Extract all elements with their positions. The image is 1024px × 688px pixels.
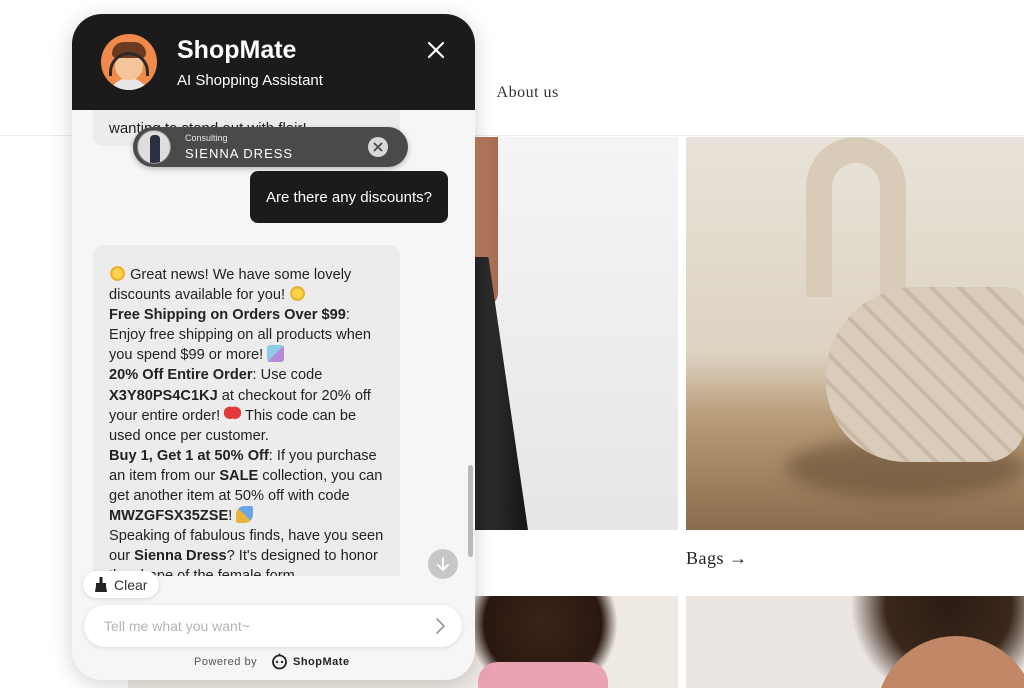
chat-title: ShopMate: [177, 36, 297, 64]
bot-message-text: Great news! We have some lovely discount…: [109, 265, 384, 576]
powered-by-label: Powered by: [194, 656, 258, 668]
chevron-right-icon: [436, 618, 445, 634]
woven-bag: [826, 287, 1024, 462]
broom-icon: [95, 577, 107, 592]
send-button[interactable]: [430, 616, 450, 636]
heart-emoji-icon: [224, 405, 242, 423]
shopping-bags-emoji-icon: [267, 345, 285, 363]
shopmate-logo-icon: [272, 653, 287, 670]
scrollbar-thumb[interactable]: [468, 465, 473, 557]
bag-strap: [806, 137, 906, 297]
chat-subtitle: AI Shopping Assistant: [177, 72, 323, 89]
close-icon: [373, 142, 383, 152]
powered-by-brand[interactable]: ShopMate: [293, 656, 350, 668]
arrow-down-icon: [437, 557, 449, 571]
user-message: Are there any discounts?: [250, 171, 448, 223]
bags-category-image[interactable]: [686, 137, 1024, 530]
message-list[interactable]: wanting to stand out with flair! Consult…: [72, 110, 475, 576]
sparkle-emoji-icon: [289, 285, 307, 303]
model-top: [478, 662, 608, 688]
bags-category-link[interactable]: Bags →: [686, 548, 748, 569]
bot-message: Great news! We have some lovely discount…: [93, 245, 400, 576]
chat-widget: ShopMate AI Shopping Assistant wanting t…: [72, 14, 475, 680]
consulting-product-name: SIENNA DRESS: [185, 146, 294, 161]
dress-category-image[interactable]: [440, 137, 678, 530]
discount-code: MWZGFSX35ZSE: [109, 508, 229, 525]
message-input-container: [84, 605, 462, 647]
clear-label: Clear: [114, 577, 148, 593]
scrollbar[interactable]: [468, 110, 473, 576]
consulting-product-pill: Consulting SIENNA DRESS: [133, 127, 408, 167]
party-popper-emoji-icon: [236, 506, 254, 524]
remove-consulting-button[interactable]: [368, 137, 388, 157]
close-icon: [427, 41, 445, 59]
scroll-to-bottom-button[interactable]: [428, 549, 458, 579]
nav-item-about-us[interactable]: About us: [497, 84, 559, 106]
chat-header: ShopMate AI Shopping Assistant: [72, 14, 475, 110]
sparkle-emoji-icon: [109, 265, 126, 282]
product-mention: Sienna Dress: [134, 548, 227, 565]
avatar: [101, 34, 157, 90]
category-image-row2-right[interactable]: [686, 596, 1024, 688]
product-thumbnail: [137, 130, 171, 164]
clear-button[interactable]: Clear: [83, 571, 159, 598]
discount-code: X3Y80PS4C1KJ: [109, 387, 218, 404]
message-input[interactable]: [104, 615, 414, 637]
close-button[interactable]: [424, 38, 448, 62]
consulting-label: Consulting: [185, 133, 228, 143]
